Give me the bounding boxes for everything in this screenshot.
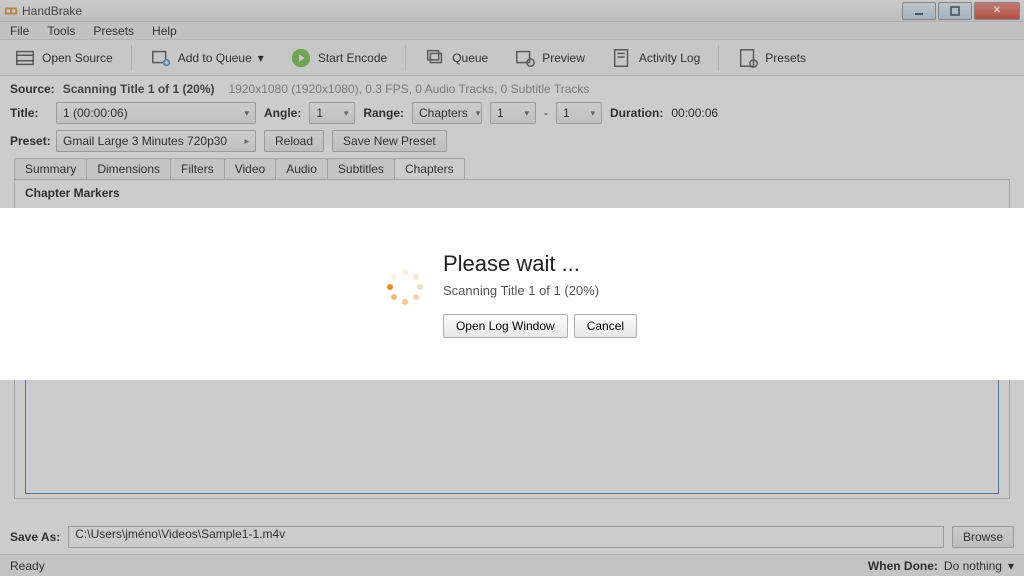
modal-subtext: Scanning Title 1 of 1 (20%) <box>443 283 637 298</box>
please-wait-dialog: Please wait ... Scanning Title 1 of 1 (2… <box>0 208 1024 380</box>
cancel-label: Cancel <box>587 319 624 333</box>
spinner-icon <box>387 269 423 305</box>
cancel-button[interactable]: Cancel <box>574 314 637 338</box>
open-log-label: Open Log Window <box>456 319 555 333</box>
open-log-window-button[interactable]: Open Log Window <box>443 314 568 338</box>
modal-heading: Please wait ... <box>443 251 637 277</box>
